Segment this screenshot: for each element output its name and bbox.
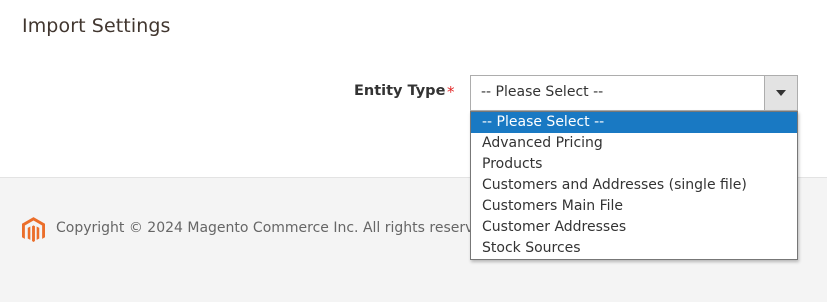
option-stock-sources[interactable]: Stock Sources [471,238,797,259]
entity-type-dropdown-list[interactable]: -- Please Select -- Advanced Pricing Pro… [470,111,798,260]
option-customers-main-file[interactable]: Customers Main File [471,196,797,217]
option-advanced-pricing[interactable]: Advanced Pricing [471,133,797,154]
copyright-text: Copyright © 2024 Magento Commerce Inc. A… [56,220,496,236]
section-title: Import Settings [22,15,171,37]
entity-type-selected-value: -- Please Select -- [481,84,604,100]
option-customer-addresses[interactable]: Customer Addresses [471,217,797,238]
select-toggle-button[interactable] [764,76,797,110]
import-settings-page: Import Settings Entity Type * -- Please … [0,0,827,302]
chevron-down-icon [776,90,786,96]
option-products[interactable]: Products [471,154,797,175]
entity-type-label: Entity Type [354,83,446,99]
option-please-select[interactable]: -- Please Select -- [471,112,797,133]
required-indicator: * [447,83,455,101]
magento-logo-icon [22,217,45,242]
entity-type-select[interactable]: -- Please Select -- [470,75,798,111]
option-customers-and-addresses[interactable]: Customers and Addresses (single file) [471,175,797,196]
